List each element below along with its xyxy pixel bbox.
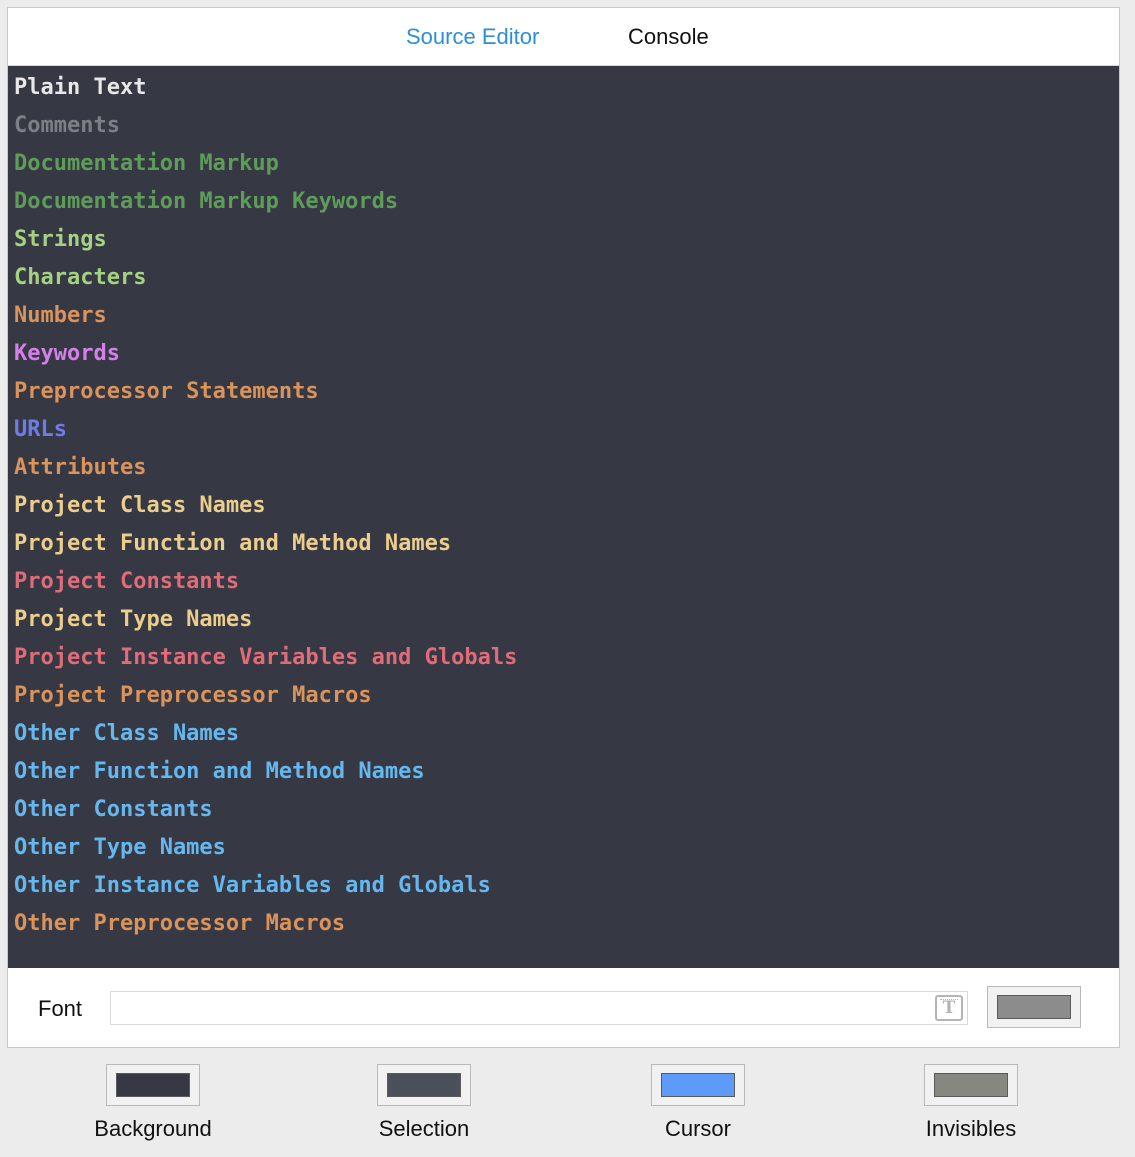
cursor-color-swatch	[661, 1073, 735, 1097]
syntax-token-item[interactable]: Project Preprocessor Macros	[14, 677, 372, 715]
font-color-swatch	[997, 995, 1071, 1019]
background-color-control: Background	[73, 1064, 233, 1144]
syntax-token-item[interactable]: Other Class Names	[14, 715, 239, 753]
syntax-token-item[interactable]: Comments	[14, 107, 120, 145]
selection-color-well[interactable]	[377, 1064, 471, 1106]
syntax-token-item[interactable]: Numbers	[14, 297, 107, 335]
syntax-token-item[interactable]: Project Function and Method Names	[14, 525, 451, 563]
selection-color-swatch	[387, 1073, 461, 1097]
syntax-token-item[interactable]: Documentation Markup	[14, 145, 279, 183]
theme-preferences-panel: Source Editor Console Plain Text Comments…	[7, 7, 1120, 1048]
syntax-token-item[interactable]: URLs	[14, 411, 67, 449]
syntax-token-item[interactable]: Other Type Names	[14, 829, 226, 867]
tab-bar: Source Editor Console	[8, 8, 1119, 66]
syntax-token-item[interactable]: Project Constants	[14, 563, 239, 601]
syntax-token-item[interactable]: Preprocessor Statements	[14, 373, 319, 411]
selection-color-control: Selection	[344, 1064, 504, 1144]
syntax-token-item[interactable]: Plain Text	[14, 69, 146, 107]
font-field[interactable]: T	[110, 991, 968, 1025]
invisibles-label: Invisibles	[925, 1116, 1017, 1141]
selection-label: Selection	[378, 1116, 470, 1141]
syntax-token-item[interactable]: Keywords	[14, 335, 120, 373]
syntax-token-item[interactable]: Project Type Names	[14, 601, 252, 639]
syntax-token-item[interactable]: Strings	[14, 221, 107, 259]
cursor-label: Cursor	[664, 1116, 731, 1141]
invisibles-color-swatch	[934, 1073, 1008, 1097]
tab-console[interactable]: Console	[628, 23, 709, 51]
font-row: Font T	[8, 968, 1119, 1048]
syntax-token-item[interactable]: Attributes	[14, 449, 146, 487]
font-label: Font	[38, 996, 83, 1021]
font-picker-icon[interactable]: T	[935, 995, 963, 1021]
cursor-color-control: Cursor	[618, 1064, 778, 1144]
invisibles-color-well[interactable]	[924, 1064, 1018, 1106]
syntax-token-item[interactable]: Other Preprocessor Macros	[14, 905, 345, 943]
tab-source-editor[interactable]: Source Editor	[406, 23, 539, 51]
invisibles-color-control: Invisibles	[891, 1064, 1051, 1144]
syntax-token-item[interactable]: Project Instance Variables and Globals	[14, 639, 517, 677]
syntax-token-item[interactable]: Project Class Names	[14, 487, 266, 525]
syntax-token-item[interactable]: Characters	[14, 259, 146, 297]
syntax-token-item[interactable]: Documentation Markup Keywords	[14, 183, 398, 221]
syntax-token-item[interactable]: Other Instance Variables and Globals	[14, 867, 491, 905]
background-color-swatch	[116, 1073, 190, 1097]
font-color-well[interactable]	[987, 986, 1081, 1028]
background-color-well[interactable]	[106, 1064, 200, 1106]
syntax-token-item[interactable]: Other Constants	[14, 791, 213, 829]
syntax-token-item[interactable]: Other Function and Method Names	[14, 753, 425, 791]
syntax-color-list: Plain Text Comments Documentation Markup Do…	[8, 66, 1119, 968]
cursor-color-well[interactable]	[651, 1064, 745, 1106]
background-label: Background	[94, 1116, 212, 1141]
